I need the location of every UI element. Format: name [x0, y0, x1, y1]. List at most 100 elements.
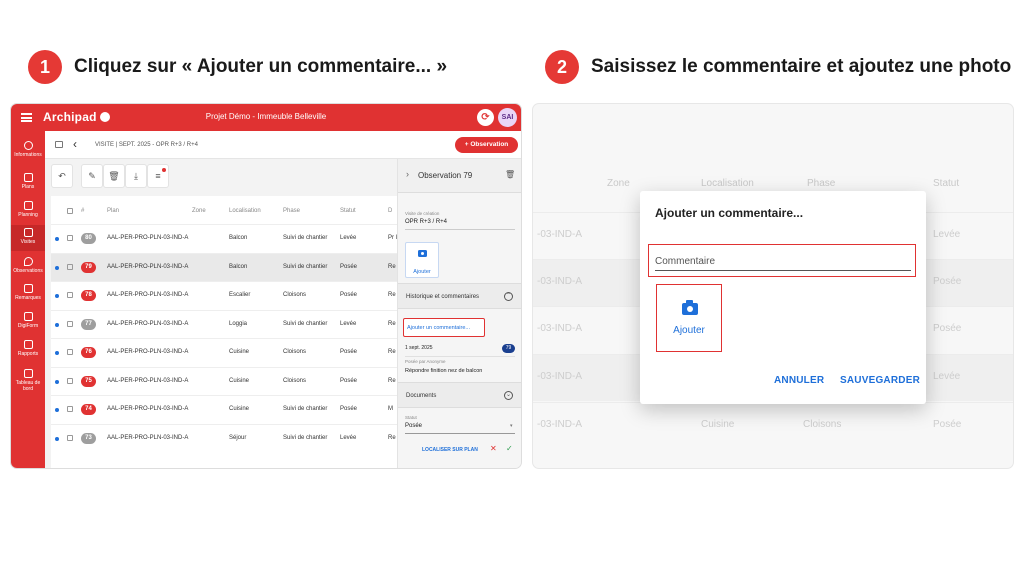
sidebar-item-tableau[interactable]: Tableau de bord [11, 369, 45, 392]
bg-cell: Posée [933, 323, 962, 334]
sidebar-item-digiform[interactable]: DigiForm [11, 312, 45, 329]
observation-detail-panel: › Observation 79 🗑 Visite de création OP… [397, 159, 521, 468]
save-button[interactable]: SAUVEGARDER [840, 375, 920, 386]
add-photo-button[interactable]: Ajouter [405, 242, 439, 278]
cell-phase: Cloisons [283, 292, 307, 298]
locate-on-plan-link[interactable]: LOCALISER SUR PLAN [422, 447, 478, 453]
bg-cell: -03-IND-A [537, 323, 583, 334]
column-header[interactable]: Statut [340, 208, 356, 214]
cell-loc: Cuisine [229, 406, 250, 412]
cell-phase: Suivi de chantier [283, 235, 328, 241]
add-observation-button[interactable]: + Observation [455, 137, 518, 153]
observation-number-badge: 78 [81, 290, 96, 301]
sidebar-label: Remarques [15, 295, 41, 301]
sidebar-item-observations[interactable]: Observations [11, 257, 45, 274]
sync-icon[interactable]: ⟳ [477, 109, 494, 126]
select-all-checkbox[interactable] [67, 208, 73, 214]
column-header[interactable]: D [388, 208, 392, 214]
comment-field-highlight [648, 244, 916, 277]
table-row[interactable]: 80 AAL-PER-PRO-PLN-03-IND-A Balcon Suivi de… [51, 224, 404, 252]
app-topbar: Archipad Projet Démo - Immeuble Bellevil… [11, 104, 521, 131]
status-select[interactable]: Posée [405, 423, 422, 429]
row-checkbox[interactable] [67, 292, 73, 298]
status-dot [55, 294, 59, 298]
history-section[interactable]: Historique et commentaires ⌃ [398, 283, 521, 309]
confirm-check-icon[interactable]: ✓ [506, 444, 513, 453]
collapse-chevron-icon[interactable]: › [406, 169, 409, 179]
add-comment-label: Ajouter un commentaire... [407, 325, 470, 331]
add-comment-link[interactable]: Ajouter un commentaire... [403, 318, 485, 337]
sidebar-item-visites[interactable]: Visites [11, 225, 45, 251]
observation-number-badge: 75 [81, 375, 96, 387]
table-row[interactable]: 78 AAL-PER-PRO-PLN-03-IND-A Escalier Cloiso… [51, 281, 404, 309]
sidebar-item-plans[interactable]: Plans [11, 173, 45, 190]
cell-extra: Re [388, 434, 396, 441]
comment-input[interactable] [655, 253, 911, 271]
step-2-header: 2 Saisissez le commentaire et ajoutez un… [545, 50, 1011, 84]
cancel-button[interactable]: ANNULER [774, 375, 824, 386]
camera-icon [417, 250, 427, 257]
add-photo-button[interactable]: Ajouter [656, 284, 722, 352]
cell-plan: AAL-PER-PRO-PLN-03-IND-A [107, 235, 189, 241]
table-row[interactable]: 77 AAL-PER-PRO-PLN-03-IND-A Loggia Suivi de… [51, 309, 404, 338]
table-row[interactable]: 79 AAL-PER-PRO-PLN-03-IND-A Balcon Suivi de… [51, 252, 404, 281]
sidebar-item-planning[interactable]: Planning [11, 201, 45, 218]
delete-icon[interactable]: 🗑 [103, 164, 125, 188]
cell-plan: AAL-PER-PRO-PLN-03-IND-A [107, 263, 189, 270]
calendar-icon [23, 201, 33, 210]
archipad-app: Archipad Projet Démo - Immeuble Bellevil… [11, 104, 521, 468]
panel-toggle-icon[interactable] [55, 141, 63, 148]
table-row[interactable]: 75 AAL-PER-PRO-PLN-03-IND-A Cuisine Cloison… [51, 366, 404, 395]
expand-circle-icon[interactable]: ⌄ [504, 391, 513, 400]
sidebar-label: DigiForm [17, 323, 39, 329]
filter-icon[interactable]: ≡ [147, 164, 169, 188]
cell-extra: Re [388, 349, 396, 355]
report-icon [23, 340, 33, 349]
cell-phase: Cloisons [283, 349, 307, 355]
row-checkbox[interactable] [67, 434, 73, 441]
collapse-circle-icon[interactable]: ⌃ [504, 292, 513, 301]
row-checkbox[interactable] [67, 235, 73, 241]
column-header[interactable]: Phase [283, 208, 300, 214]
bg-cell: -03-IND-A [537, 229, 583, 240]
row-checkbox[interactable] [67, 349, 73, 355]
tutorial-stage: 1 Cliquez sur « Ajouter un commentaire..… [0, 0, 1024, 576]
dropdown-arrow-icon[interactable]: ▾ [510, 423, 513, 429]
trash-icon[interactable]: 🗑 [505, 170, 515, 179]
undo-icon[interactable]: ↶ [51, 164, 73, 188]
cancel-x-icon[interactable]: ✕ [490, 444, 497, 453]
download-icon[interactable]: ⤓ [125, 164, 147, 188]
status-dot [55, 408, 59, 412]
row-checkbox[interactable] [67, 320, 73, 327]
edit-icon[interactable]: ✎ [81, 164, 103, 188]
step-2-text: Saisissez le commentaire et ajoutez une … [591, 56, 1012, 77]
documents-section[interactable]: Documents ⌄ [398, 382, 521, 408]
table-row[interactable]: 76 AAL-PER-PRO-PLN-03-IND-A Cuisine Cloison… [51, 338, 404, 366]
column-header[interactable]: Plan [107, 208, 119, 214]
sidebar-item-informations[interactable]: Informations [11, 141, 45, 158]
back-arrow-icon[interactable]: ‹ [73, 137, 77, 151]
cell-plan: AAL-PER-PRO-PLN-03-IND-A [107, 406, 189, 412]
bg-column-header: Zone [607, 178, 630, 189]
column-header[interactable]: # [81, 208, 84, 214]
cell-plan: AAL-PER-PRO-PLN-03-IND-A [107, 377, 189, 384]
bg-column-header: Phase [807, 178, 836, 189]
cell-status: Levée [340, 434, 357, 441]
row-checkbox[interactable] [67, 377, 73, 384]
bg-cell: -03-IND-A [537, 276, 583, 287]
project-title: Projet Démo - Immeuble Belleville [205, 112, 327, 121]
sidebar-item-remarques[interactable]: Remarques [11, 284, 45, 301]
row-checkbox[interactable] [67, 406, 73, 412]
row-checkbox[interactable] [67, 263, 73, 270]
sidebar-label: Observations [13, 268, 43, 274]
column-header[interactable]: Zone [192, 208, 206, 214]
avatar[interactable]: SAI [498, 108, 517, 127]
table-row[interactable]: 74 AAL-PER-PRO-PLN-03-IND-A Cuisine Suivi d… [51, 395, 404, 423]
visit-value: OPR R+3 / R+4 [405, 219, 448, 225]
detail-header: › Observation 79 🗑 [398, 159, 521, 193]
column-header[interactable]: Localisation [229, 208, 261, 214]
sidebar-item-rapports[interactable]: Rapports [11, 340, 45, 357]
table-row[interactable]: 73 AAL-PER-PRO-PLN-03-IND-A Séjour Suivi de… [51, 423, 404, 452]
observation-number-badge: 77 [81, 318, 96, 330]
cell-status: Posée [340, 349, 358, 355]
